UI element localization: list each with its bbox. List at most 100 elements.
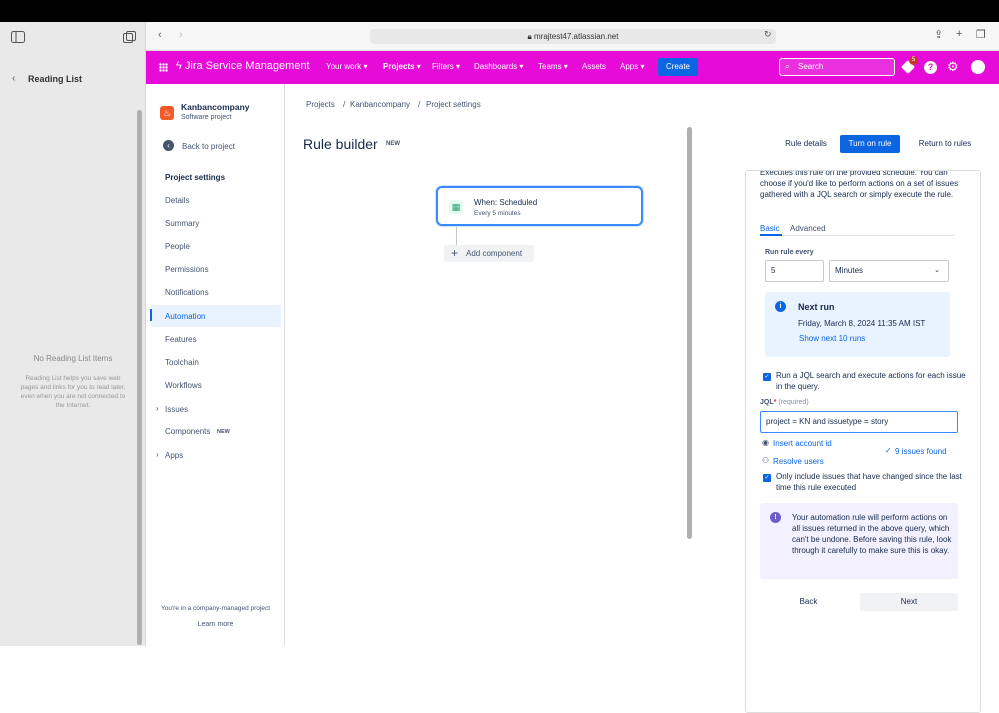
- breadcrumb-project[interactable]: Kanbancompany: [350, 100, 410, 109]
- run-every-label: Run rule every: [765, 249, 814, 256]
- breadcrumb-separator: /: [343, 100, 346, 109]
- search-input[interactable]: ⌕ Search: [779, 58, 895, 76]
- check-icon: ✓: [885, 446, 892, 455]
- project-type-note: You're in a company-managed project: [160, 605, 271, 612]
- sidebar-scrollbar[interactable]: [137, 110, 142, 645]
- show-next-runs-link[interactable]: Show next 10 runs: [799, 334, 865, 343]
- sidebar-item-apps[interactable]: Apps: [165, 451, 183, 460]
- panel-intro: Executes this rule on the provided sched…: [760, 170, 959, 199]
- return-to-rules-button[interactable]: Return to rules: [910, 135, 980, 153]
- connector-line: [456, 227, 457, 245]
- breadcrumb-separator: /: [418, 100, 421, 109]
- sidebar-item-automation[interactable]: Automation: [165, 312, 205, 321]
- sidebar-item-toolchain[interactable]: Toolchain: [165, 358, 199, 367]
- new-tab-icon[interactable]: +: [956, 28, 962, 40]
- trigger-card[interactable]: ▦ When: Scheduled Every 5 minutes: [436, 186, 643, 226]
- insert-account-id-link[interactable]: Insert account id: [773, 439, 832, 448]
- active-tab-indicator: [760, 234, 782, 236]
- warning-icon: !: [770, 512, 781, 523]
- product-logo[interactable]: ϟ Jira Service Management: [176, 60, 310, 72]
- rule-details-button[interactable]: Rule details: [777, 135, 835, 153]
- tabs-icon[interactable]: ❐: [976, 28, 986, 41]
- share-icon[interactable]: ⇪: [934, 28, 943, 41]
- breadcrumb-projects[interactable]: Projects: [306, 100, 335, 109]
- project-sidebar: ♨ Kanbancompany Software project ‹ Back …: [146, 84, 285, 646]
- back-button[interactable]: Back: [760, 593, 857, 611]
- project-type: Software project: [181, 114, 232, 121]
- next-button[interactable]: Next: [860, 593, 958, 611]
- new-badge: NEW: [386, 141, 400, 147]
- sidebar-item-workflows[interactable]: Workflows: [165, 381, 202, 390]
- sidebar-item-notifications[interactable]: Notifications: [165, 288, 209, 297]
- chevron-right-icon[interactable]: ›: [156, 404, 159, 413]
- sidebar-toggle-icon[interactable]: [11, 31, 25, 43]
- settings-gear-icon[interactable]: ⚙: [947, 59, 959, 75]
- sidebar-item-components[interactable]: Components: [165, 427, 210, 436]
- sidebar-item-people[interactable]: People: [165, 242, 190, 251]
- app-switcher-icon[interactable]: [159, 63, 168, 72]
- nav-filters[interactable]: Filters ▾: [432, 62, 460, 71]
- panel-scrollbar[interactable]: [687, 127, 692, 539]
- turn-on-rule-button[interactable]: Turn on rule: [840, 135, 900, 153]
- sidebar-item-features[interactable]: Features: [165, 335, 197, 344]
- new-badge: NEW: [217, 429, 230, 435]
- notification-badge: 5: [909, 56, 918, 65]
- nav-dashboards[interactable]: Dashboards ▾: [474, 62, 523, 71]
- sidebar-item-permissions[interactable]: Permissions: [165, 265, 209, 274]
- tabs-divider: [760, 235, 954, 236]
- warning-text: Your automation rule will perform action…: [792, 513, 952, 555]
- empty-description: Reading List helps you save web pages an…: [20, 375, 126, 409]
- product-name: Jira Service Management: [184, 60, 310, 72]
- next-run-title: Next run: [798, 302, 835, 312]
- address-bar[interactable]: 🔒︎ mrajtest47.atlassian.net: [370, 29, 776, 44]
- active-indicator: [150, 309, 152, 321]
- tab-advanced[interactable]: Advanced: [790, 223, 826, 234]
- sidebar-item-issues[interactable]: Issues: [165, 405, 188, 414]
- section-title: Project settings: [165, 173, 226, 182]
- issues-found-link[interactable]: 9 issues found: [895, 447, 947, 456]
- reload-icon[interactable]: ↻: [764, 29, 772, 40]
- reading-list-title: Reading List: [28, 74, 83, 84]
- avatar[interactable]: [971, 60, 985, 74]
- warning-box: ! Your automation rule will perform acti…: [760, 503, 958, 579]
- forward-arrow-icon[interactable]: ›: [179, 29, 183, 41]
- back-arrow-icon[interactable]: ‹: [163, 140, 174, 151]
- project-avatar-icon: ♨: [160, 106, 174, 120]
- main-content: Projects / Kanbancompany / Project setti…: [286, 84, 999, 713]
- jql-label: JQL* (required): [760, 399, 809, 406]
- run-every-input[interactable]: 5: [765, 260, 824, 282]
- nav-projects[interactable]: Projects ▾: [383, 62, 421, 71]
- tab-basic[interactable]: Basic: [760, 223, 780, 234]
- back-arrow-icon[interactable]: ‹: [158, 29, 162, 41]
- sidebar-item-details[interactable]: Details: [165, 196, 189, 205]
- menu-bar: [0, 0, 999, 22]
- nav-assets[interactable]: Assets: [582, 62, 606, 71]
- reading-list-sidebar: ‹ Reading List No Reading List Items Rea…: [0, 22, 146, 646]
- calendar-icon: ▦: [449, 200, 463, 214]
- trigger-title: When: Scheduled: [474, 198, 538, 207]
- only-changed-label: Only include issues that have changed si…: [776, 472, 962, 492]
- jql-input[interactable]: project = KN and issuetype = story: [760, 411, 958, 433]
- browser-toolbar: ‹ › 🔒︎ mrajtest47.atlassian.net ↻ ⇪ + ❐: [146, 22, 999, 51]
- back-chevron-icon[interactable]: ‹: [12, 73, 15, 84]
- learn-more-link[interactable]: Learn more: [146, 621, 285, 628]
- breadcrumb-settings[interactable]: Project settings: [426, 100, 481, 109]
- interval-unit-select[interactable]: Minutes ⌄: [829, 260, 949, 282]
- chevron-right-icon[interactable]: ›: [156, 450, 159, 459]
- url-text: mrajtest47.atlassian.net: [533, 32, 619, 41]
- nav-teams[interactable]: Teams ▾: [538, 62, 568, 71]
- resolve-users-link[interactable]: Resolve users: [773, 457, 824, 466]
- back-to-project-link[interactable]: Back to project: [182, 142, 235, 151]
- nav-apps[interactable]: Apps ▾: [620, 62, 644, 71]
- page-title: Rule builder: [303, 136, 378, 152]
- jira-top-nav: ϟ Jira Service Management Your work ▾ Pr…: [146, 51, 999, 84]
- create-button[interactable]: Create: [658, 58, 698, 76]
- tab-overview-icon[interactable]: [123, 31, 137, 43]
- help-icon[interactable]: ?: [924, 61, 937, 74]
- nav-your-work[interactable]: Your work ▾: [326, 62, 368, 71]
- add-component-button[interactable]: + Add component: [444, 245, 534, 262]
- only-changed-checkbox[interactable]: ✓: [763, 474, 771, 482]
- sidebar-item-summary[interactable]: Summary: [165, 219, 199, 228]
- jql-checkbox[interactable]: ✓: [763, 373, 771, 381]
- next-run-date: Friday, March 8, 2024 11:35 AM IST: [798, 319, 926, 328]
